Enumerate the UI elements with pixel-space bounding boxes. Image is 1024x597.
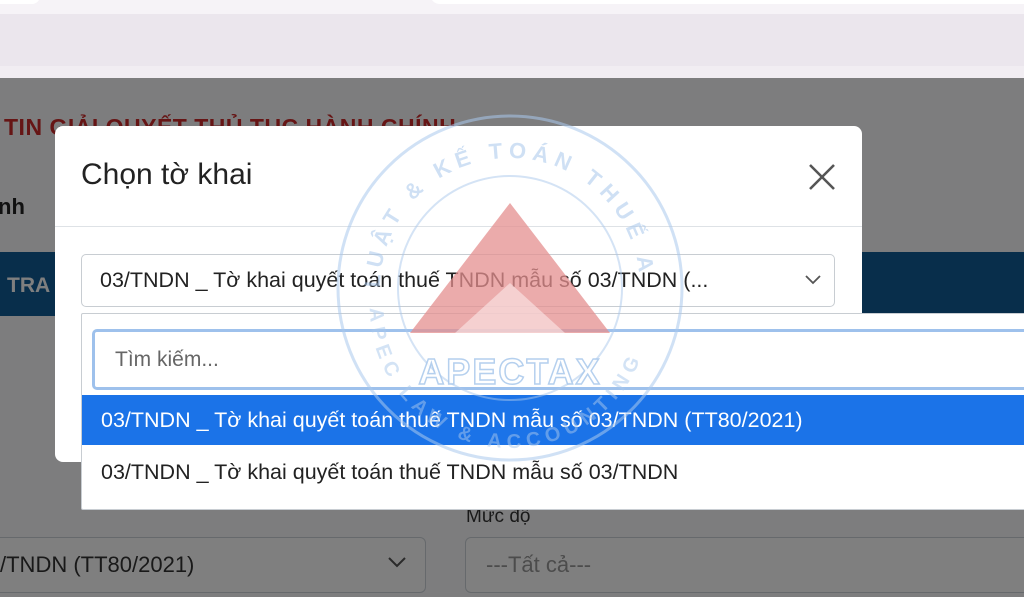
- chevron-down-icon[interactable]: [802, 271, 824, 289]
- browser-address-bar[interactable]: [430, 0, 1024, 4]
- browser-divider: [0, 66, 1024, 78]
- browser-toolbar: [0, 14, 1024, 72]
- dropdown-option[interactable]: 03/TNDN _ Tờ khai quyết toán thuế TNDN m…: [82, 447, 1024, 497]
- dropdown-option[interactable]: 03/TNDN _ Tờ khai quyết toán thuế TNDN m…: [82, 395, 1024, 445]
- form-select-value: 03/TNDN _ Tờ khai quyết toán thuế TNDN m…: [100, 268, 709, 292]
- dropdown-search-input[interactable]: [92, 329, 1024, 390]
- close-icon[interactable]: [805, 160, 839, 194]
- modal-title: Chọn tờ khai: [81, 158, 253, 191]
- modal-header-divider: [55, 226, 862, 227]
- browser-tab[interactable]: [0, 0, 40, 4]
